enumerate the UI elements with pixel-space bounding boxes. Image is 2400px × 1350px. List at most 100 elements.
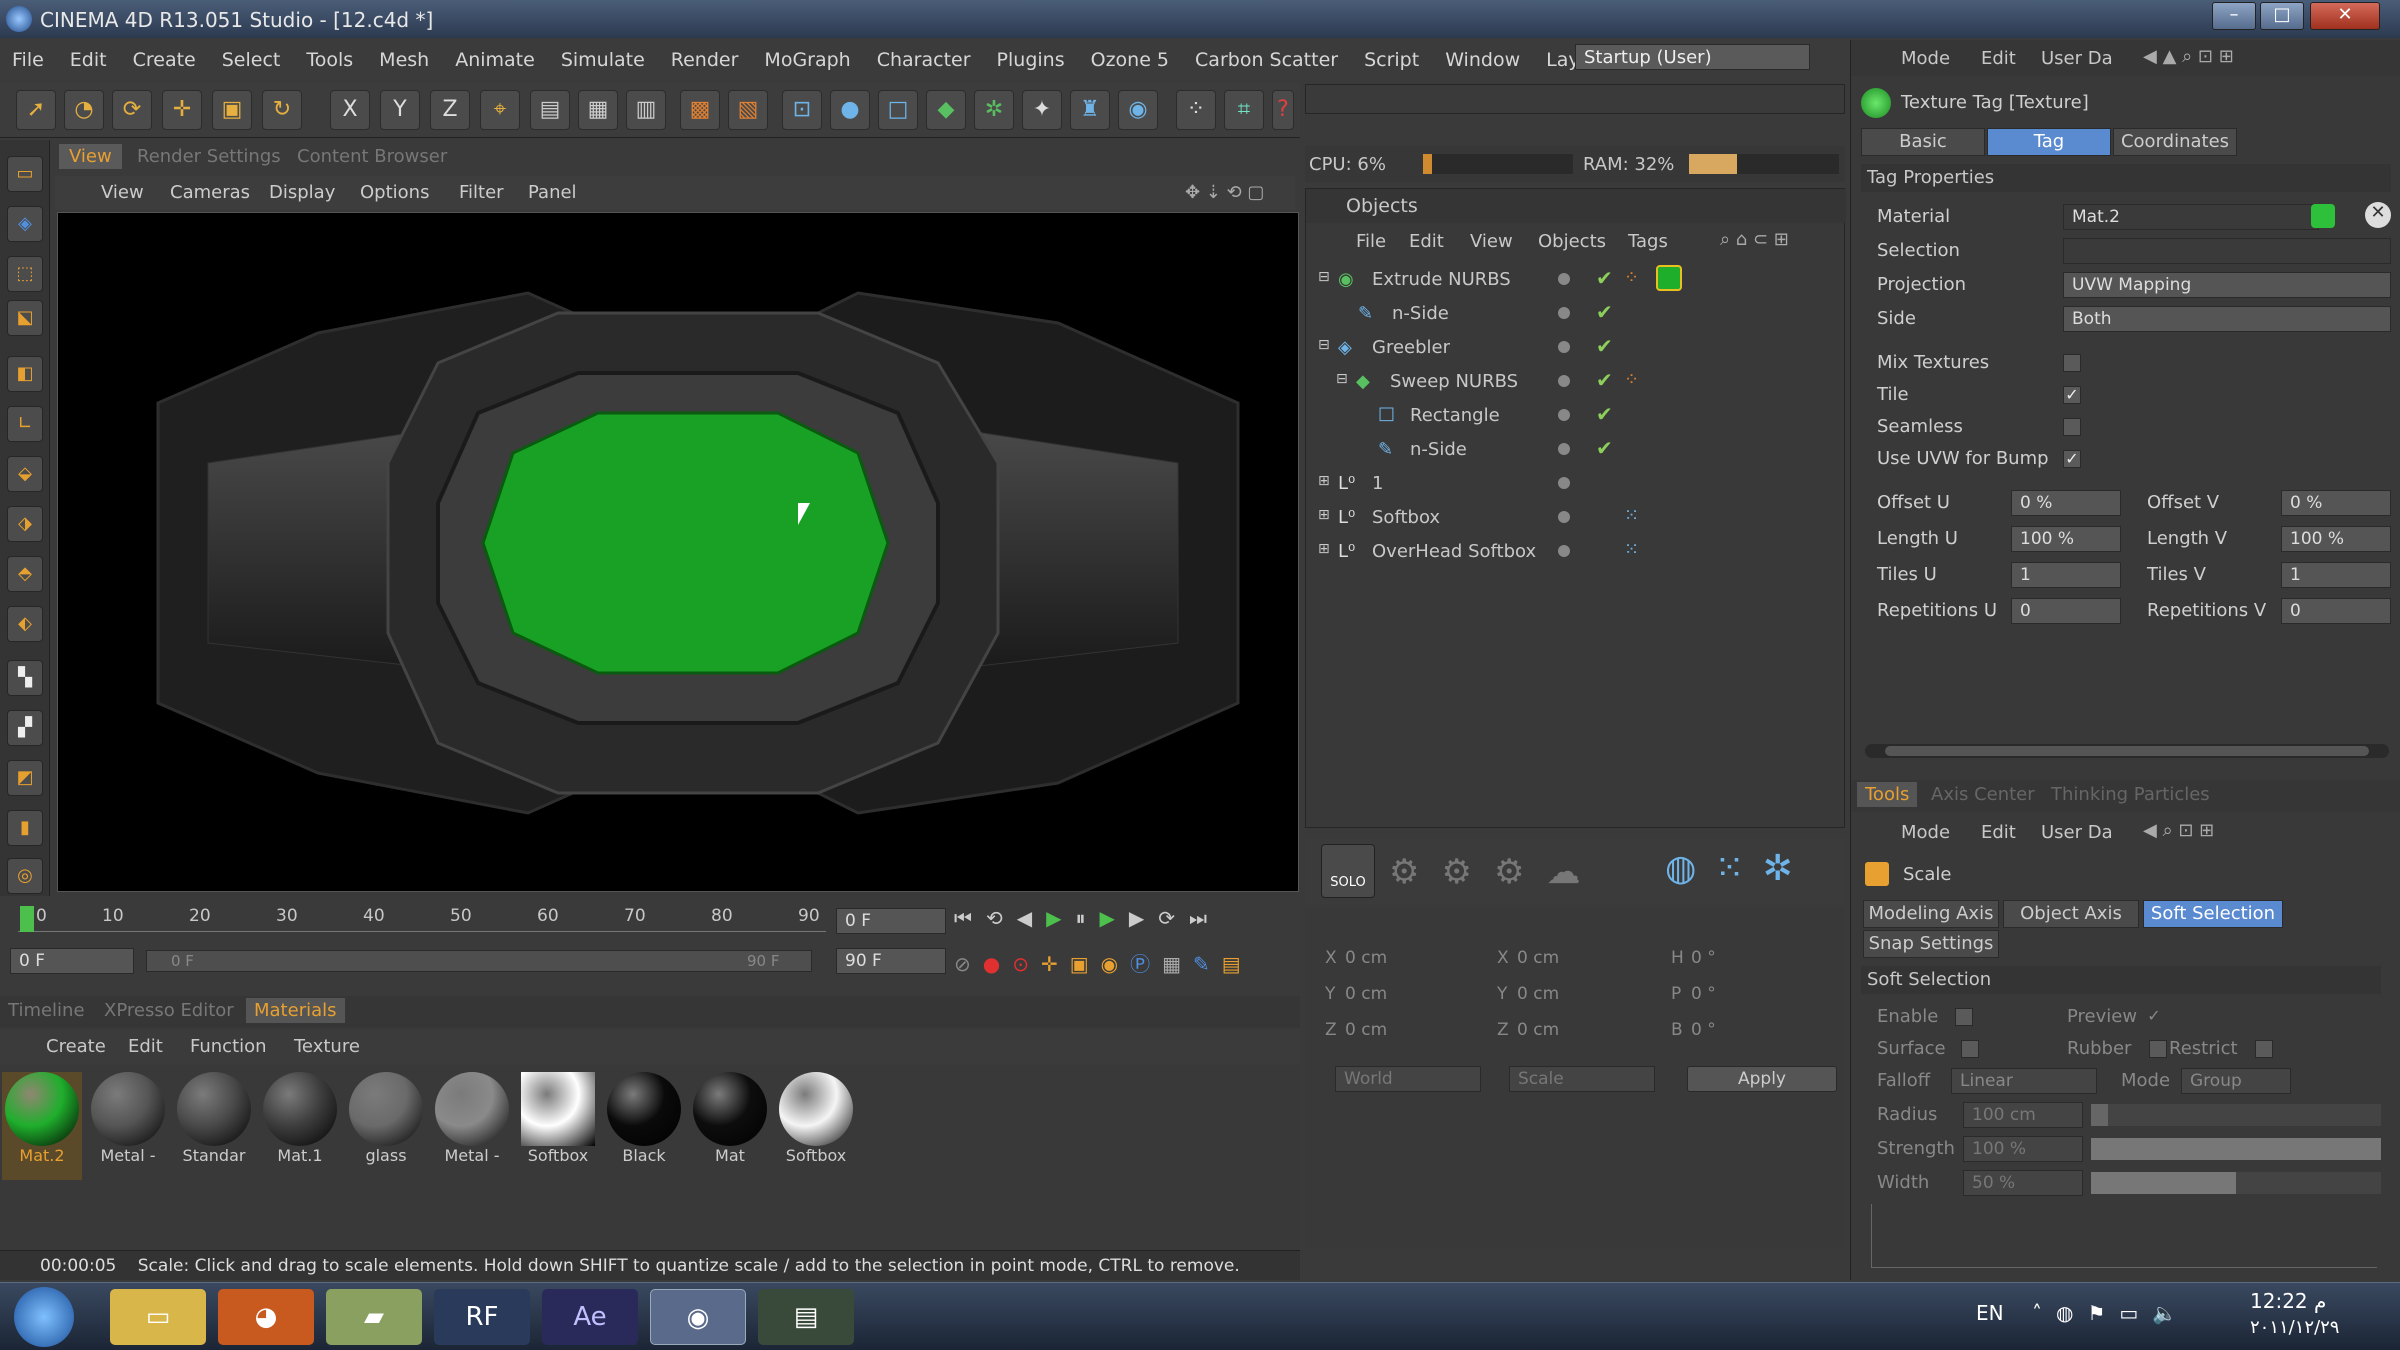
material-item[interactable]: Mat: [690, 1072, 770, 1180]
visibility-dot[interactable]: [1558, 273, 1570, 285]
tab-render-settings[interactable]: Render Settings: [127, 144, 291, 169]
visibility-dot[interactable]: [1558, 409, 1570, 421]
menu-mograph[interactable]: MoGraph: [764, 49, 850, 71]
objects-menu-file[interactable]: File: [1356, 231, 1386, 252]
expand-toggle-icon[interactable]: ⊟: [1336, 371, 1348, 387]
objects-menu-objects[interactable]: Objects: [1538, 231, 1606, 252]
nurbs-icon[interactable]: ◆: [926, 90, 966, 130]
viewport-menu-display[interactable]: Display: [269, 182, 335, 203]
object-row-greebler[interactable]: ⊟ ◈ Greebler ✔: [1306, 331, 1846, 365]
workplane-icon[interactable]: ⌗: [1224, 90, 1264, 130]
tab-view[interactable]: View: [59, 144, 122, 169]
object-row-overhead-softbox[interactable]: ⊞ L⁰ OverHead Softbox ⁙: [1306, 535, 1846, 569]
position-x-field[interactable]: 0 cm: [1345, 948, 1485, 968]
rotate-tool-icon[interactable]: ↻: [262, 90, 302, 130]
render-region-icon[interactable]: ▦: [578, 90, 618, 130]
menu-mesh[interactable]: Mesh: [379, 49, 429, 71]
expand-toggle-icon[interactable]: ⊟: [1318, 337, 1330, 353]
enable-check-icon[interactable]: ✔: [1596, 402, 1613, 426]
visibility-dot[interactable]: [1558, 477, 1570, 489]
close-button[interactable]: ✕: [2310, 2, 2380, 30]
preview-checkbox[interactable]: ✓: [2145, 1008, 2163, 1026]
visibility-dot[interactable]: [1558, 341, 1570, 353]
objects-menu-view[interactable]: View: [1470, 231, 1513, 252]
edges-mode-icon[interactable]: ⬗: [7, 506, 43, 542]
mix-textures-checkbox[interactable]: [2063, 354, 2081, 372]
viewport-menu-view[interactable]: View: [101, 182, 144, 203]
mode-select[interactable]: Group: [2181, 1068, 2291, 1094]
tool-taskbar-icon[interactable]: ▤: [758, 1289, 854, 1345]
tab-timeline[interactable]: Timeline: [8, 1000, 85, 1021]
uvw-bump-checkbox[interactable]: ✓: [2063, 450, 2081, 468]
coordinate-system-icon[interactable]: ⌖: [480, 90, 520, 130]
menu-animate[interactable]: Animate: [455, 49, 535, 71]
tab-coordinates[interactable]: Coordinates: [2113, 128, 2237, 156]
length-v-field[interactable]: 100 %: [2281, 526, 2391, 552]
y-axis-button[interactable]: Y: [380, 90, 420, 130]
tool-menu-edit[interactable]: Edit: [1981, 822, 2016, 843]
rotation-h-field[interactable]: 0 °: [1691, 948, 1831, 968]
tool-nav-icons[interactable]: ◀ ⌕ ⊡ ⊞: [2143, 820, 2214, 841]
viewport-menu-filter[interactable]: Filter: [459, 182, 504, 203]
material-item[interactable]: Metal -: [432, 1072, 512, 1180]
size-x-field[interactable]: 0 cm: [1517, 948, 1657, 968]
position-y-field[interactable]: 0 cm: [1345, 984, 1485, 1004]
falloff-select[interactable]: Linear: [1951, 1068, 2097, 1094]
visibility-dot[interactable]: [1558, 443, 1570, 455]
spline-icon[interactable]: □: [878, 90, 918, 130]
object-row-1[interactable]: ⊞ L⁰ 1: [1306, 467, 1846, 501]
material-item[interactable]: Mat.1: [260, 1072, 340, 1180]
material-item[interactable]: Softbox: [518, 1072, 598, 1180]
polygons-mode-icon[interactable]: ⬘: [7, 556, 43, 592]
coordinate-mode-select[interactable]: Scale: [1509, 1066, 1655, 1092]
layout-select[interactable]: Startup (User): [1575, 44, 1810, 70]
light-icon[interactable]: ✦: [1022, 90, 1062, 130]
object-row-n-side-2[interactable]: ✎ n-Side ✔: [1306, 433, 1846, 467]
after-effects-icon[interactable]: Ae: [542, 1289, 638, 1345]
keyframe-controls[interactable]: ⊘●⊙✛▣◉Ⓟ▦✎▤: [954, 948, 1294, 978]
explorer-icon[interactable]: ▭: [110, 1289, 206, 1345]
rotation-p-field[interactable]: 0 °: [1691, 984, 1831, 1004]
enable-checkbox[interactable]: [1955, 1008, 1973, 1026]
surface-checkbox[interactable]: [1961, 1040, 1979, 1058]
material-menu-edit[interactable]: Edit: [128, 1036, 163, 1057]
enable-check-icon[interactable]: ✔: [1596, 334, 1613, 358]
playback-controls[interactable]: ⏮⟲◀▶⏸▶▶⟳⏭: [954, 906, 1270, 936]
repetitions-u-field[interactable]: 0: [2011, 598, 2121, 624]
timeline-ruler[interactable]: 0 10 20 30 40 50 60 70 80 90: [18, 906, 826, 932]
restrict-checkbox[interactable]: [2255, 1040, 2273, 1058]
menu-script[interactable]: Script: [1364, 49, 1419, 71]
tool-shortcut-icons[interactable]: ◍⁙✲: [1665, 848, 1811, 889]
object-row-extrude-nurbs[interactable]: ⊟ ◉ Extrude NURBS ✔ ⁘: [1306, 263, 1846, 297]
length-u-field[interactable]: 100 %: [2011, 526, 2121, 552]
objects-menu-edit[interactable]: Edit: [1409, 231, 1444, 252]
tray-icons[interactable]: ˄◍⚑▭🔈: [2032, 1301, 2191, 1325]
snap-settings-icon[interactable]: ◎: [7, 858, 43, 894]
menu-edit[interactable]: Edit: [70, 49, 107, 71]
tab-basic[interactable]: Basic: [1861, 128, 1985, 156]
material-menu-function[interactable]: Function: [190, 1036, 267, 1057]
material-field[interactable]: Mat.2: [2063, 204, 2319, 230]
texture-mode-icon[interactable]: ⬚: [7, 256, 43, 292]
solo-mode-icons[interactable]: ⚙⚙⚙☁: [1389, 852, 1602, 892]
material-menu-create[interactable]: Create: [46, 1036, 106, 1057]
constraint-tag-icon[interactable]: ⁙: [1624, 539, 1639, 560]
enable-check-icon[interactable]: ✔: [1596, 436, 1613, 460]
start-frame-field[interactable]: 0 F: [10, 948, 134, 974]
object-mode-icon[interactable]: ◧: [7, 356, 43, 392]
repetitions-v-field[interactable]: 0: [2281, 598, 2391, 624]
maximize-button[interactable]: □: [2260, 2, 2304, 30]
move-tool-icon[interactable]: ✛: [162, 90, 202, 130]
material-item[interactable]: Standar: [174, 1072, 254, 1180]
width-slider[interactable]: [2091, 1172, 2381, 1194]
axis-mode-icon[interactable]: ∟: [7, 406, 43, 442]
strength-slider[interactable]: [2091, 1138, 2381, 1160]
tool-menu-user-data[interactable]: User Da: [2041, 822, 2113, 843]
edit-render-settings-icon[interactable]: ▧: [728, 90, 768, 130]
model-mode-icon[interactable]: ◈: [7, 206, 43, 242]
horizontal-scrollbar[interactable]: [1865, 744, 2389, 758]
viewport-menu-cameras[interactable]: Cameras: [170, 182, 250, 203]
tile-checkbox[interactable]: ✓: [2063, 386, 2081, 404]
tool-menu-mode[interactable]: Mode: [1901, 822, 1950, 843]
rotate-select-icon[interactable]: ⟳: [112, 90, 152, 130]
